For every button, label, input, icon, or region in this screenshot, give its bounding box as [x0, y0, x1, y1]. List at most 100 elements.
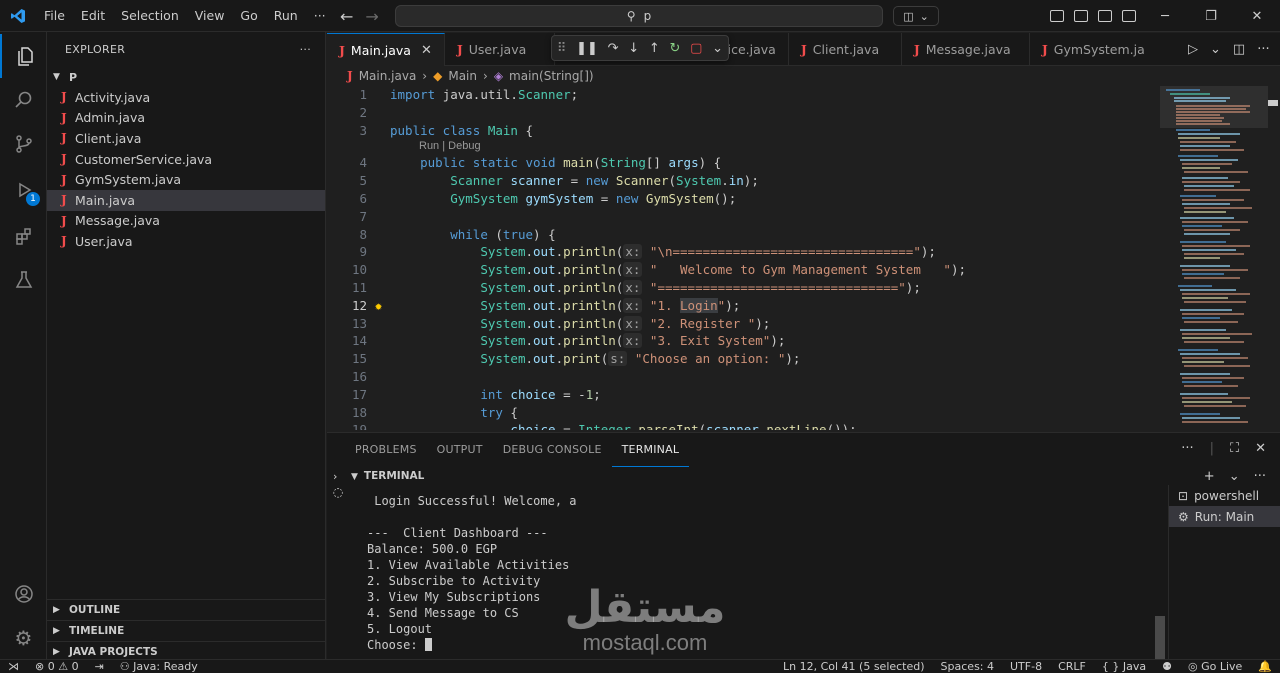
toggle-primary-sidebar-icon[interactable] [1074, 10, 1088, 22]
menu-go[interactable]: Go [232, 0, 265, 32]
minimap[interactable] [1160, 86, 1280, 430]
codelens-run-debug[interactable]: Run | Debug [327, 139, 1157, 154]
warning-count: 0 [71, 659, 79, 673]
terminal-item-powershell[interactable]: ⊡ powershell [1169, 485, 1280, 506]
terminal-scrollbar-thumb[interactable] [1155, 616, 1165, 660]
tab-debug-console[interactable]: DEBUG CONSOLE [493, 433, 612, 467]
breadcrumb-class[interactable]: Main [448, 69, 477, 83]
section-timeline[interactable]: ▶ TIMELINE [47, 620, 326, 641]
terminal-output[interactable]: Login Successful! Welcome, a --- Client … [367, 493, 1147, 660]
section-label: TIMELINE [69, 625, 125, 637]
maximize-panel-icon[interactable]: ⛶ [1230, 441, 1239, 456]
search-icon[interactable] [0, 78, 47, 122]
run-debug-icon[interactable]: 1 [0, 168, 47, 212]
tab-output[interactable]: OUTPUT [427, 433, 493, 467]
editor-scrollbar[interactable] [1266, 86, 1278, 430]
close-panel-icon[interactable]: ✕ [1255, 441, 1266, 456]
chevron-down-icon[interactable]: ⌄ [1229, 469, 1240, 484]
java-status[interactable]: ⚇ Java: Ready [112, 660, 206, 673]
chevron-down-icon[interactable]: ⌄ [1210, 42, 1221, 57]
file-client-java[interactable]: J Client.java [47, 128, 325, 149]
pause-icon[interactable]: ❚❚ [576, 41, 598, 56]
encoding[interactable]: UTF-8 [1002, 660, 1050, 673]
restart-icon[interactable]: ↻ [670, 41, 681, 56]
file-message-java[interactable]: J Message.java [47, 211, 325, 232]
language-mode[interactable]: { } Java [1094, 660, 1154, 673]
menu-view[interactable]: View [187, 0, 233, 32]
testing-icon[interactable] [0, 258, 47, 302]
minimize-icon[interactable]: ─ [1142, 0, 1188, 32]
lightbulb-icon[interactable]: ✹ [367, 297, 390, 315]
cursor-position[interactable]: Ln 12, Col 41 (5 selected) [775, 660, 933, 673]
copilot-status-icon[interactable]: ⚉ [1154, 660, 1180, 673]
ports-icon[interactable]: ⇥ [87, 660, 112, 673]
copilot-button[interactable]: ◫ ⌄ [893, 6, 939, 26]
folder-p[interactable]: ▼ P [47, 67, 325, 87]
tab-main-java[interactable]: J Main.java ✕ [327, 33, 445, 66]
editor-scrollbar-thumb[interactable] [1268, 100, 1278, 106]
menu-run[interactable]: Run [266, 0, 306, 32]
step-over-icon[interactable]: ↷ [608, 41, 619, 56]
tab-user-java[interactable]: J User.java [445, 33, 555, 66]
extensions-icon[interactable] [0, 214, 47, 258]
more-actions-icon[interactable]: ··· [1254, 469, 1266, 484]
chevron-down-icon[interactable]: ⌄ [712, 41, 723, 56]
tab-problems[interactable]: PROBLEMS [345, 433, 427, 467]
drag-grip-icon[interactable]: ⠿ [557, 41, 567, 56]
indentation[interactable]: Spaces: 4 [933, 660, 1002, 673]
toggle-panel-icon[interactable] [1098, 10, 1112, 22]
tab-gymsystem-java[interactable]: J GymSystem.ja [1030, 33, 1145, 66]
step-into-icon[interactable]: ↓ [628, 41, 639, 56]
terminal-section[interactable]: ▼ TERMINAL [351, 470, 424, 482]
customize-layout-icon[interactable] [1050, 10, 1064, 22]
file-main-java[interactable]: J Main.java [47, 189, 325, 211]
menu-selection[interactable]: Selection [113, 0, 187, 32]
source-control-icon[interactable] [0, 122, 47, 166]
breadcrumb-file[interactable]: Main.java [359, 69, 417, 83]
close-tab-icon[interactable]: ✕ [421, 43, 432, 58]
remote-icon[interactable]: ⋊ [0, 660, 27, 673]
explorer-more-icon[interactable]: ··· [300, 43, 311, 56]
account-icon[interactable] [0, 572, 47, 616]
more-actions-icon[interactable]: ··· [1181, 441, 1193, 456]
menu-edit[interactable]: Edit [73, 0, 113, 32]
menu-file[interactable]: File [36, 0, 73, 32]
menu-more[interactable]: ··· [306, 0, 334, 32]
settings-gear-icon[interactable]: ⚙ [0, 616, 47, 660]
stop-icon[interactable]: ▢ [690, 41, 702, 56]
terminal-item-run-main[interactable]: ⚙ Run: Main [1169, 506, 1280, 527]
end-of-line[interactable]: CRLF [1050, 660, 1094, 673]
file-activity-java[interactable]: J Activity.java [47, 87, 325, 108]
terminal-actions: + ⌄ ··· [1204, 469, 1266, 484]
new-terminal-icon[interactable]: + [1204, 469, 1215, 484]
file-customerservice-java[interactable]: J CustomerService.java [47, 149, 325, 170]
back-arrow-icon[interactable]: ← [340, 7, 353, 26]
command-center-search[interactable]: ⚲ p [395, 5, 883, 27]
section-outline[interactable]: ▶ OUTLINE [47, 599, 326, 620]
more-actions-icon[interactable]: ··· [1257, 42, 1269, 57]
close-window-icon[interactable]: ✕ [1234, 0, 1280, 32]
toggle-secondary-sidebar-icon[interactable] [1122, 10, 1136, 22]
tab-message-java[interactable]: J Message.java [902, 33, 1030, 66]
go-live-button[interactable]: ◎ Go Live [1180, 660, 1250, 673]
file-admin-java[interactable]: J Admin.java [47, 108, 325, 129]
file-user-java[interactable]: J User.java [47, 231, 325, 252]
lightbulb-icon[interactable]: ◌ [327, 485, 349, 499]
split-editor-icon[interactable]: ◫ [1233, 42, 1245, 57]
tab-label: GymSystem.ja [1053, 42, 1145, 57]
breadcrumb-method[interactable]: main(String[]) [509, 69, 594, 83]
explorer-icon[interactable] [0, 34, 47, 78]
problems-status[interactable]: ⊗ 0 ⚠ 0 [27, 660, 87, 673]
step-out-icon[interactable]: ↑ [649, 41, 660, 56]
chevron-right-icon[interactable]: › [333, 470, 337, 483]
restore-icon[interactable]: ❐ [1188, 0, 1234, 32]
tab-terminal[interactable]: TERMINAL [611, 433, 690, 467]
file-gymsystem-java[interactable]: J GymSystem.java [47, 169, 325, 190]
notifications-bell-icon[interactable]: 🔔 [1250, 660, 1280, 673]
run-icon[interactable]: ▷ [1188, 42, 1198, 57]
terminal-scrollbar[interactable] [1155, 493, 1165, 660]
tab-client-java[interactable]: J Client.java [789, 33, 902, 66]
terminal-prompt-line[interactable]: Choose: [367, 637, 1147, 653]
forward-arrow-icon[interactable]: → [365, 7, 378, 26]
code-editor[interactable]: 1 import java.util.Scanner; 2 3 public cla… [327, 86, 1157, 430]
